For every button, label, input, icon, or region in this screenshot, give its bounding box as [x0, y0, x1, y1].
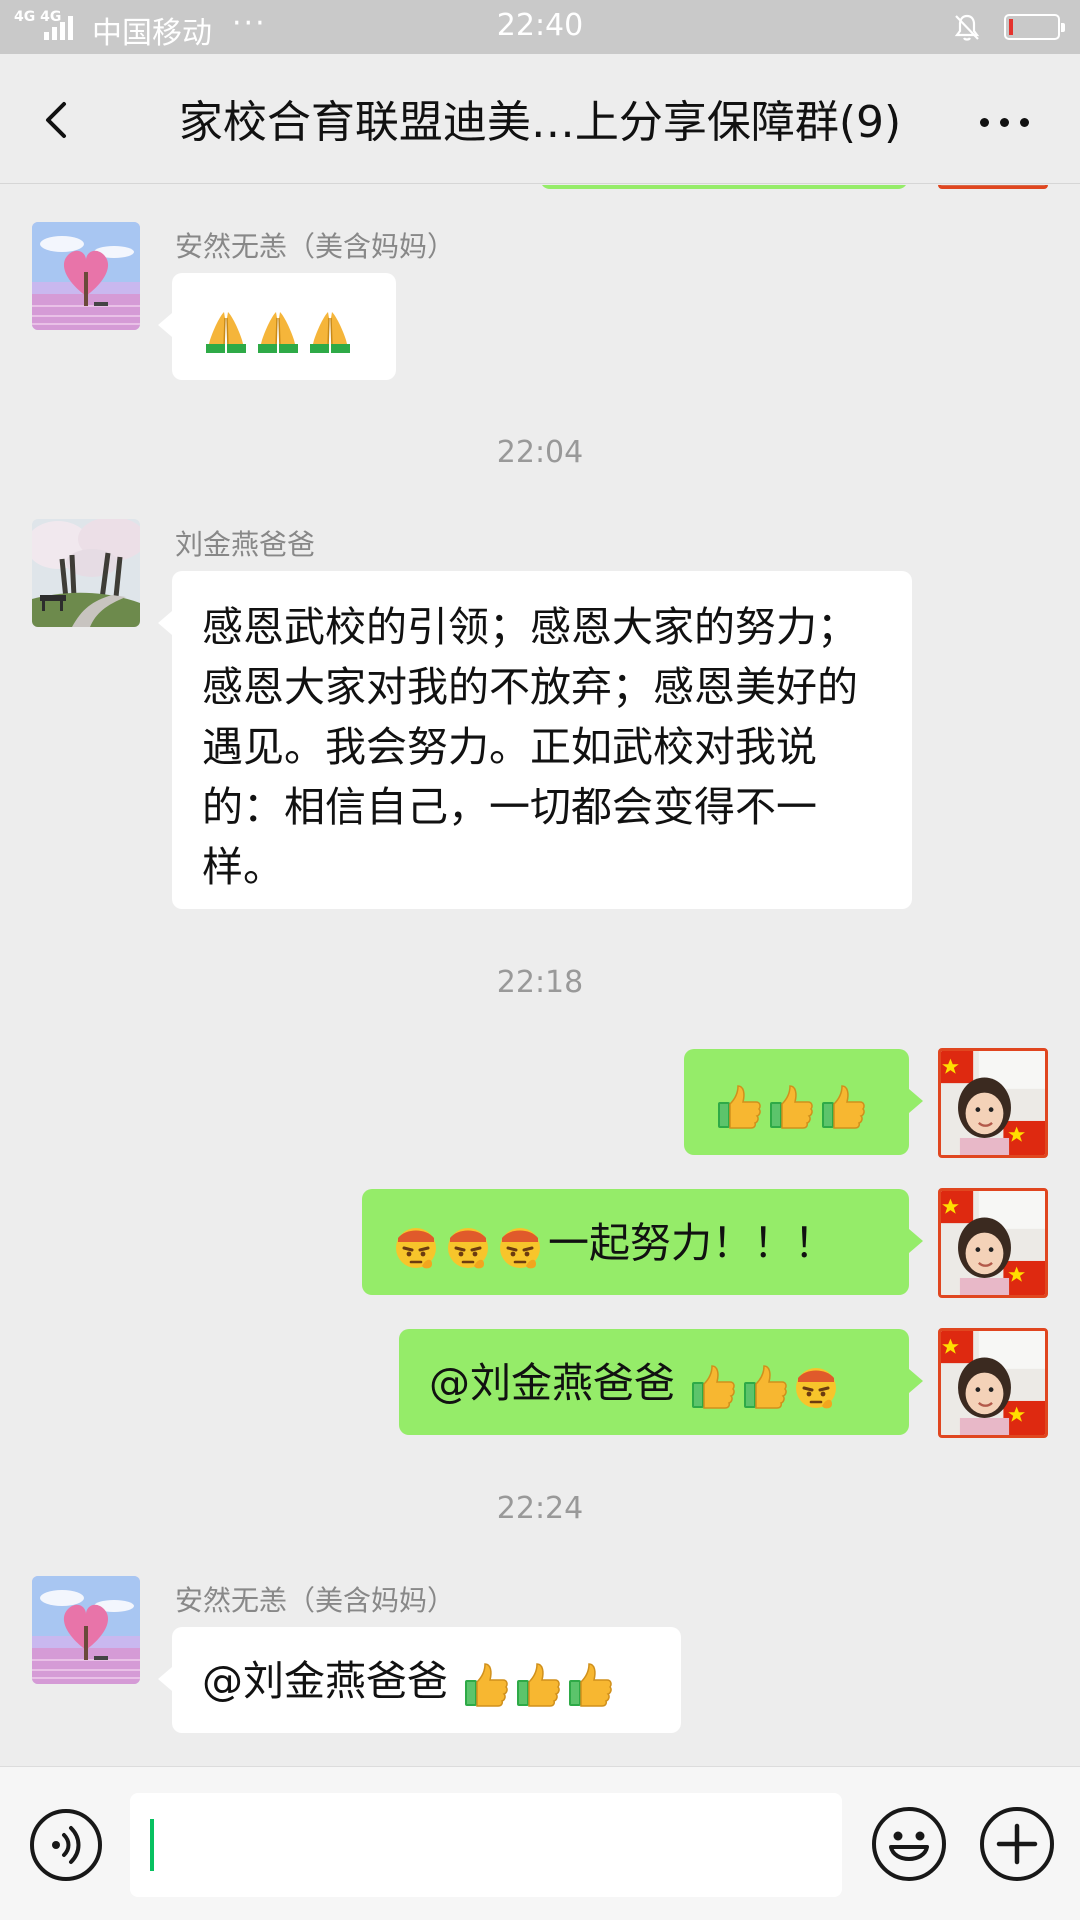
partial-self-avatar	[938, 185, 1048, 189]
thumbs-up-emoji-icon	[766, 1082, 814, 1130]
chat-title: 家校合育联盟迪美…上分享保障群(9)	[178, 97, 902, 148]
thumbs-up-emoji-icon	[818, 1082, 866, 1130]
plus-icon[interactable]	[980, 1807, 1054, 1881]
thumbs-up-emoji-icon	[565, 1660, 613, 1708]
ellipsis-icon[interactable]	[970, 90, 1040, 150]
message-bubble[interactable]	[684, 1049, 923, 1155]
mute-bell-icon	[954, 14, 980, 41]
status-bar: 4G 4G 中国移动 ··· 22:40	[0, 0, 1080, 54]
pray-emoji-icon	[202, 306, 250, 354]
determined-face-emoji-icon	[392, 1222, 440, 1270]
voice-icon[interactable]	[30, 1809, 102, 1881]
battery-icon	[1004, 14, 1065, 40]
message-bubble[interactable]: @刘金燕爸爸	[158, 1627, 681, 1733]
chat-messages[interactable]: 安然无恙（美含妈妈） 22:04 刘金燕爸爸 感恩武校的引领；感恩大家的努力；感…	[0, 185, 1080, 1765]
message-bubble[interactable]: @刘金燕爸爸	[399, 1329, 923, 1435]
avatar-anran[interactable]	[32, 222, 140, 330]
partial-outgoing-bubble	[540, 185, 908, 189]
timestamp: 22:04	[496, 435, 584, 470]
thumbs-up-emoji-icon	[740, 1362, 788, 1410]
pray-emoji-icon	[254, 306, 302, 354]
message-content: @刘金燕爸爸	[429, 1353, 844, 1413]
message-input-bar	[0, 1766, 1080, 1920]
status-time: 22:40	[496, 8, 584, 43]
thumbs-up-emoji-icon	[688, 1362, 736, 1410]
avatar-self[interactable]	[938, 1328, 1048, 1438]
thumbs-up-emoji-icon	[461, 1660, 509, 1708]
message-text: 一起努力！！！	[548, 1219, 835, 1267]
smiley-icon[interactable]	[872, 1807, 946, 1881]
sender-name: 安然无恙（美含妈妈）	[175, 1584, 456, 1617]
timestamp: 22:18	[496, 965, 584, 1000]
text-caret	[150, 1819, 154, 1871]
message-bubble[interactable]: 感恩武校的引领；感恩大家的努力；感恩大家对我的不放弃；感恩美好的遇见。我会努力。…	[158, 571, 912, 909]
thumbs-up-emoji-icon	[513, 1660, 561, 1708]
message-input[interactable]	[130, 1793, 842, 1897]
message-text: 感恩武校的引领；感恩大家的努力；感恩大家对我的不放弃；感恩美好的遇见。我会努力。…	[202, 603, 858, 891]
message-bubble[interactable]: 一起努力！！！	[362, 1189, 923, 1295]
avatar-anran[interactable]	[32, 1576, 140, 1684]
chat-header: 家校合育联盟迪美…上分享保障群(9)	[0, 54, 1080, 184]
thumbs-up-emoji-icon	[714, 1082, 762, 1130]
chevron-left-icon[interactable]	[30, 90, 90, 150]
sender-name: 安然无恙（美含妈妈）	[175, 230, 456, 263]
message-content: @刘金燕爸爸	[202, 1651, 617, 1711]
emoji-row	[202, 297, 358, 357]
determined-face-emoji-icon	[792, 1362, 840, 1410]
message-bubble[interactable]	[158, 273, 396, 380]
battery-level	[1009, 19, 1013, 35]
avatar-self[interactable]	[938, 1188, 1048, 1298]
mention-text: @刘金燕爸爸	[202, 1657, 462, 1705]
pray-emoji-icon	[306, 306, 354, 354]
emoji-row	[714, 1073, 870, 1133]
avatar-liujinyan[interactable]	[32, 519, 140, 627]
mention-text: @刘金燕爸爸	[429, 1359, 689, 1407]
timestamp: 22:24	[496, 1491, 584, 1526]
avatar-self[interactable]	[938, 1048, 1048, 1158]
message-content: 一起努力！！！	[392, 1213, 835, 1273]
sender-name: 刘金燕爸爸	[175, 528, 316, 561]
determined-face-emoji-icon	[496, 1222, 544, 1270]
determined-face-emoji-icon	[444, 1222, 492, 1270]
